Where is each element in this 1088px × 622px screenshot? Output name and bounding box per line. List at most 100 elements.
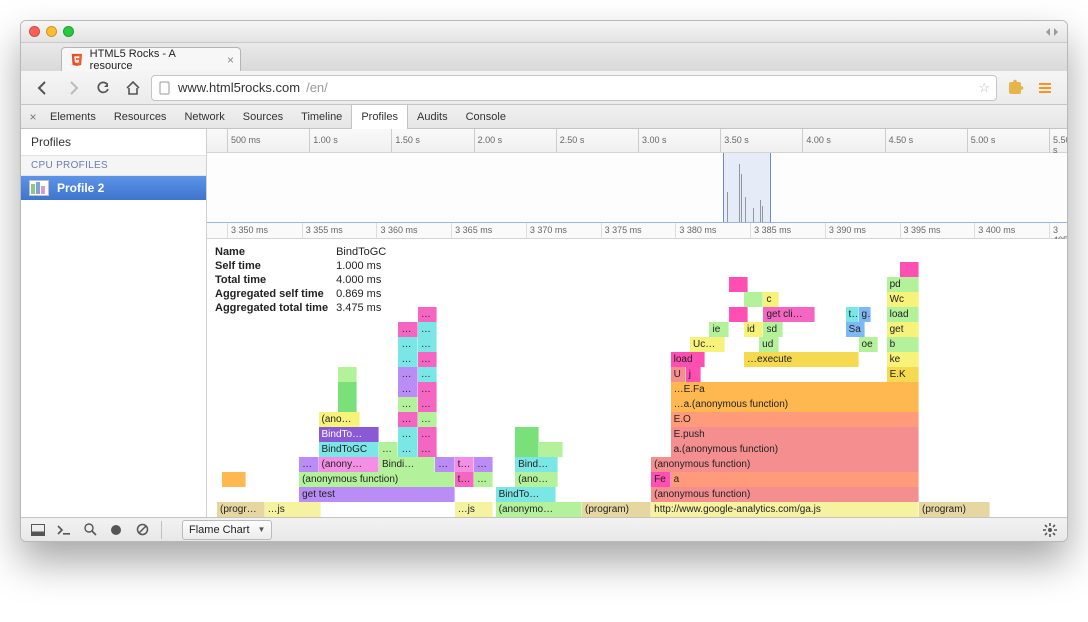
flame-frame[interactable]: BindTo…: [496, 487, 556, 502]
flame-frame[interactable]: …: [398, 352, 417, 367]
flame-frame[interactable]: (anonymo…: [496, 502, 582, 517]
flame-frame[interactable]: [729, 277, 748, 292]
view-mode-dropdown[interactable]: Flame Chart ▼: [182, 520, 272, 540]
flame-frame[interactable]: a.(anonymous function): [671, 442, 919, 457]
flame-frame[interactable]: Bind…: [515, 457, 558, 472]
flame-frame[interactable]: (anonymous function): [299, 472, 455, 487]
forward-button[interactable]: [61, 76, 85, 100]
flame-frame[interactable]: …: [474, 472, 493, 487]
flame-frame[interactable]: Bindi…: [379, 457, 435, 472]
flame-frame[interactable]: [338, 397, 357, 412]
devtools-tab-resources[interactable]: Resources: [105, 105, 176, 129]
record-button[interactable]: [105, 520, 127, 540]
flame-frame[interactable]: [900, 262, 919, 277]
flame-frame[interactable]: …: [398, 427, 417, 442]
flame-frame[interactable]: …: [398, 442, 417, 457]
flame-frame[interactable]: …: [418, 427, 437, 442]
flame-frame[interactable]: (program): [919, 502, 990, 517]
search-button[interactable]: [79, 520, 101, 540]
back-button[interactable]: [31, 76, 55, 100]
flame-frame[interactable]: …: [398, 382, 417, 397]
flame-frame[interactable]: (anonymous function): [651, 487, 919, 502]
flame-frame[interactable]: …: [418, 397, 437, 412]
overview-minimap[interactable]: [207, 153, 1067, 223]
flame-frame[interactable]: [515, 442, 539, 457]
flame-frame[interactable]: pd: [887, 277, 919, 292]
flame-frame[interactable]: …: [418, 412, 437, 427]
flame-frame[interactable]: (progr…: [217, 502, 265, 517]
flame-frame[interactable]: [338, 367, 357, 382]
flame-frame[interactable]: sd: [763, 322, 782, 337]
devtools-tab-console[interactable]: Console: [457, 105, 515, 129]
flame-frame[interactable]: get cli…: [763, 307, 815, 322]
flame-frame[interactable]: …a.(anonymous function): [671, 397, 919, 412]
flame-frame[interactable]: [515, 427, 539, 442]
devtools-close-icon[interactable]: ×: [25, 110, 41, 124]
flame-frame[interactable]: ud: [759, 337, 778, 352]
fullscreen-icon[interactable]: [1045, 27, 1059, 37]
detail-ruler[interactable]: 3 350 ms3 355 ms3 360 ms3 365 ms3 370 ms…: [207, 223, 1067, 239]
flame-frame[interactable]: ie: [709, 322, 728, 337]
flame-frame[interactable]: …: [418, 307, 437, 322]
window-minimize-button[interactable]: [46, 26, 57, 37]
devtools-tab-profiles[interactable]: Profiles: [351, 105, 408, 129]
flame-frame[interactable]: get test: [299, 487, 455, 502]
flame-frame[interactable]: …: [398, 412, 417, 427]
flame-frame[interactable]: [222, 472, 246, 487]
flame-frame[interactable]: [539, 442, 563, 457]
flame-frame[interactable]: …execute: [744, 352, 858, 367]
flame-frame[interactable]: [729, 307, 748, 322]
browser-tab[interactable]: HTML5 Rocks - A resource ×: [61, 47, 241, 71]
flame-frame[interactable]: ta…: [455, 457, 474, 472]
flame-frame[interactable]: …: [435, 457, 454, 472]
flame-frame[interactable]: …: [418, 337, 437, 352]
settings-button[interactable]: [1039, 520, 1061, 540]
flame-frame[interactable]: (anonymous function): [651, 457, 919, 472]
reload-button[interactable]: [91, 76, 115, 100]
clear-button[interactable]: [131, 520, 153, 540]
tab-close-icon[interactable]: ×: [227, 53, 234, 67]
flame-frame[interactable]: id: [744, 322, 763, 337]
devtools-tab-audits[interactable]: Audits: [408, 105, 457, 129]
devtools-tab-timeline[interactable]: Timeline: [292, 105, 351, 129]
flame-frame[interactable]: c: [763, 292, 778, 307]
flame-frame[interactable]: load: [887, 307, 919, 322]
flame-frame[interactable]: …: [418, 442, 437, 457]
window-close-button[interactable]: [29, 26, 40, 37]
flame-frame[interactable]: …: [299, 457, 318, 472]
flame-frame[interactable]: http://www.google-analytics.com/ga.js: [651, 502, 919, 517]
flame-frame[interactable]: …: [398, 322, 417, 337]
flame-frame[interactable]: gf: [859, 307, 872, 322]
flame-frame[interactable]: (anony…: [319, 457, 379, 472]
devtools-tab-elements[interactable]: Elements: [41, 105, 105, 129]
flame-frame[interactable]: …js: [265, 502, 321, 517]
flame-frame[interactable]: U: [671, 367, 686, 382]
flame-frame[interactable]: Wc: [887, 292, 919, 307]
chrome-menu-icon[interactable]: [1033, 76, 1057, 100]
flame-frame[interactable]: …: [418, 322, 437, 337]
flame-frame[interactable]: ke: [887, 352, 919, 367]
flame-frame[interactable]: …: [398, 337, 417, 352]
flame-frame[interactable]: oe: [859, 337, 878, 352]
address-bar[interactable]: www.html5rocks.com/en/ ☆: [151, 75, 997, 101]
devtools-tab-network[interactable]: Network: [175, 105, 233, 129]
flame-frame[interactable]: E.O: [671, 412, 919, 427]
flame-frame[interactable]: …: [474, 457, 493, 472]
flame-frame[interactable]: Uc…: [690, 337, 725, 352]
star-icon[interactable]: ☆: [978, 80, 990, 96]
flame-frame[interactable]: …E.Fa: [671, 382, 919, 397]
flame-frame[interactable]: …: [398, 367, 417, 382]
flame-frame[interactable]: ta…: [455, 472, 474, 487]
flame-frame[interactable]: …: [418, 367, 437, 382]
flame-frame[interactable]: (program): [582, 502, 651, 517]
flame-frame[interactable]: BindToGC: [319, 442, 379, 457]
flame-frame[interactable]: …js: [455, 502, 494, 517]
flame-frame[interactable]: E.push: [671, 427, 919, 442]
flame-frame[interactable]: Sa: [846, 322, 865, 337]
flame-frame[interactable]: get: [887, 322, 919, 337]
flame-frame[interactable]: a: [671, 472, 919, 487]
flame-frame[interactable]: load: [671, 352, 706, 367]
devtools-tab-sources[interactable]: Sources: [234, 105, 292, 129]
flame-frame[interactable]: …: [398, 397, 417, 412]
flame-frame[interactable]: te: [846, 307, 859, 322]
